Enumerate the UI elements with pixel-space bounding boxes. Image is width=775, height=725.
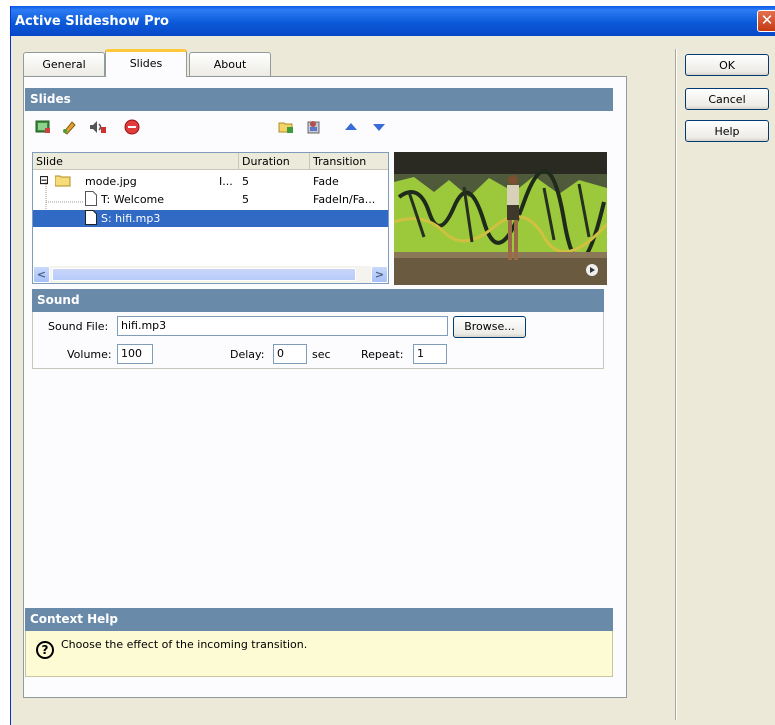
- context-help-text: Choose the effect of the incoming transi…: [61, 638, 308, 651]
- add-text-icon[interactable]: [62, 119, 78, 135]
- slide-transition: Fade: [313, 175, 339, 188]
- ok-button[interactable]: OK: [685, 54, 769, 76]
- folder-icon: [54, 174, 71, 190]
- column-duration[interactable]: Duration: [239, 153, 310, 170]
- repeat-label: Repeat:: [361, 348, 404, 361]
- delete-icon[interactable]: [124, 119, 140, 135]
- help-question-icon: ?: [36, 641, 54, 659]
- properties-icon[interactable]: [306, 119, 322, 135]
- slide-extra: I...: [219, 175, 233, 188]
- slide-transition: FadeIn/Fa...: [313, 193, 376, 206]
- tab-slides[interactable]: Slides: [105, 49, 187, 77]
- tab-about[interactable]: About: [189, 52, 271, 76]
- slide-duration: 5: [242, 175, 249, 188]
- horizontal-scrollbar[interactable]: < >: [33, 266, 388, 283]
- browse-button[interactable]: Browse...: [453, 316, 526, 338]
- slide-row[interactable]: T: Welcome 5 FadeIn/Fa...: [33, 191, 388, 208]
- sound-section-header: Sound: [32, 289, 604, 312]
- delay-field[interactable]: 0: [273, 344, 307, 364]
- slide-list-header: Slide Duration Transition: [33, 153, 388, 170]
- slide-list[interactable]: Slide Duration Transition ⊟ mode.jpg I..…: [32, 152, 389, 284]
- move-up-icon[interactable]: [343, 119, 359, 135]
- cancel-button[interactable]: Cancel: [685, 88, 769, 110]
- page-icon: [85, 191, 97, 209]
- volume-label: Volume:: [67, 348, 112, 361]
- scroll-thumb[interactable]: [52, 268, 356, 281]
- add-sound-icon[interactable]: [88, 119, 106, 135]
- slide-name: T: Welcome: [101, 193, 165, 206]
- tab-general[interactable]: General: [23, 52, 105, 76]
- slide-duration: 5: [242, 193, 249, 206]
- delay-unit: sec: [312, 348, 331, 361]
- column-transition[interactable]: Transition: [310, 153, 390, 170]
- move-down-icon[interactable]: [371, 119, 387, 135]
- sound-file-field[interactable]: hifi.mp3: [117, 316, 448, 336]
- close-button[interactable]: ✕: [757, 10, 775, 32]
- slide-row-selected[interactable]: S: hifi.mp3: [33, 210, 388, 227]
- page-icon: [85, 210, 97, 228]
- slide-preview-image: [394, 152, 607, 285]
- slide-row[interactable]: ⊟ mode.jpg I... 5 Fade: [33, 173, 388, 190]
- slide-name: mode.jpg: [85, 175, 137, 188]
- add-image-icon[interactable]: [35, 119, 51, 135]
- divider: [675, 49, 677, 720]
- volume-field[interactable]: 100: [117, 344, 153, 364]
- new-folder-icon[interactable]: [278, 119, 294, 135]
- slide-name: S: hifi.mp3: [101, 212, 161, 225]
- window-title: Active Slideshow Pro: [15, 14, 169, 29]
- collapse-icon[interactable]: ⊟: [39, 173, 49, 187]
- column-slide[interactable]: Slide: [33, 153, 239, 170]
- repeat-field[interactable]: 1: [413, 344, 447, 364]
- context-help-header: Context Help: [25, 608, 613, 631]
- sound-file-label: Sound File:: [48, 320, 109, 333]
- scroll-right-button[interactable]: >: [371, 266, 388, 283]
- scroll-left-button[interactable]: <: [33, 266, 50, 283]
- title-bar[interactable]: Active Slideshow Pro: [11, 6, 775, 36]
- delay-label: Delay:: [230, 348, 265, 361]
- help-button[interactable]: Help: [685, 120, 769, 142]
- context-help-body: ? Choose the effect of the incoming tran…: [25, 631, 613, 677]
- slides-section-header: Slides: [25, 88, 613, 111]
